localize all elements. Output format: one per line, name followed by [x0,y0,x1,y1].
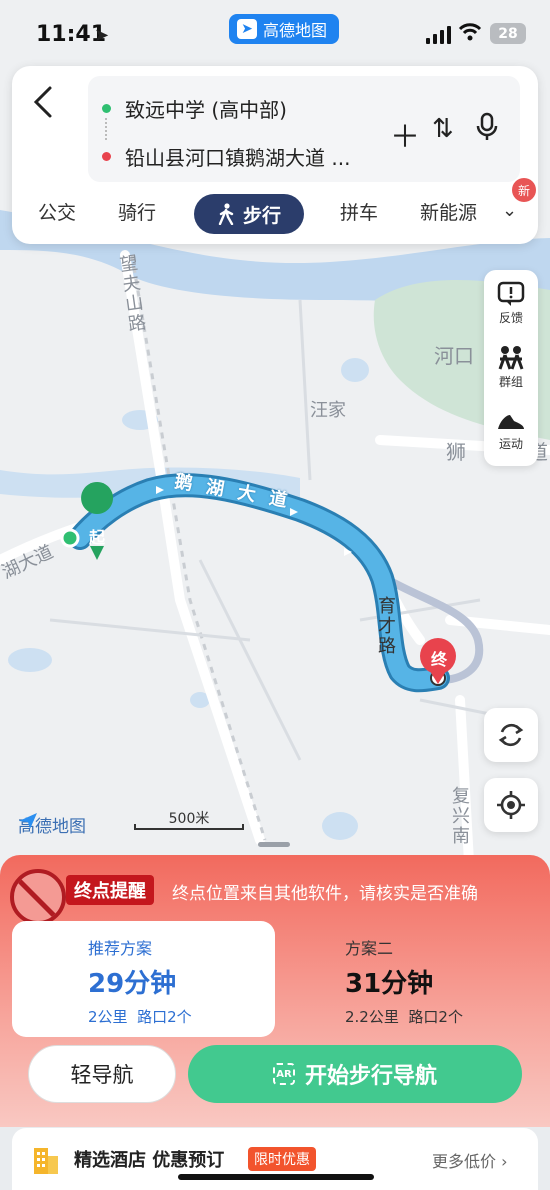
plan-card-recommended[interactable]: 推荐方案 29分钟 2公里 路口2个 [12,921,275,1037]
feedback-button[interactable]: 反馈 [484,272,538,334]
amap-logo: 高德地图 [18,812,86,837]
feedback-icon [497,281,525,306]
map-label-hekou: 河口 [434,344,474,368]
walking-person-icon [218,203,234,225]
tab-walk-label: 步行 [242,204,281,227]
route-plan-sheet: 终点提醒 终点位置来自其他软件，请核实是否准确 推荐方案 29分钟 2公里 路口… [0,855,550,1127]
document-prohibited-icon [10,869,66,925]
hotel-more-link[interactable]: 更多低价 › [432,1148,508,1172]
group-icon [498,345,524,370]
feedback-label: 反馈 [498,310,523,325]
cellular-signal-icon [426,26,451,44]
destination-alert-tag: 终点提醒 [66,875,154,905]
start-nav-label: 开始步行导航 [304,1064,437,1089]
group-button[interactable]: 群组 [484,336,538,398]
map-scale-bar [134,824,244,830]
end-marker[interactable]: 终 [428,646,450,670]
microphone-icon[interactable] [476,112,498,142]
sneaker-icon [498,414,524,429]
home-indicator[interactable] [178,1174,374,1180]
route-input-card: 致远中学 (高中部) 铅山县河口镇鹅湖大道 ... ＋ ⇅ 公交 骑行 步行 拼… [12,66,538,244]
origin-text: 致远中学 (高中部) [125,97,287,122]
plan-crossings: 路口2个 [137,1008,192,1026]
route-inputs: 致远中学 (高中部) 铅山县河口镇鹅湖大道 ... ＋ ⇅ [88,76,520,182]
amap-logo-icon [19,813,37,829]
route-plans: 推荐方案 29分钟 2公里 路口2个 方案二 31分钟 2.2公里 路口2个 [12,921,538,1037]
location-arrow-icon: ➤ [94,25,110,46]
destination-dot-icon [102,151,111,161]
origin-field[interactable]: 致远中学 (高中部) [102,88,287,128]
tab-carpool[interactable]: 拼车 [340,198,378,225]
map-tools-panel: 反馈 群组 运动 [484,270,538,466]
wifi-icon [458,23,482,41]
swap-route-icon[interactable]: ⇅ [432,114,454,144]
plan-card-second[interactable]: 方案二 31分钟 2.2公里 路口2个 [275,921,538,1037]
tab-new-energy[interactable]: 新能源 [420,198,477,225]
locate-me-button[interactable] [484,778,538,832]
travel-mode-tabs: 公交 骑行 步行 拼车 新能源 ⌄ 新 [12,178,538,234]
app-name: 高德地图 [263,21,328,40]
group-label: 群组 [498,374,523,389]
plan-name: 方案二 [345,939,394,958]
refresh-route-button[interactable] [484,708,538,762]
hotel-building-icon [34,1148,58,1174]
add-waypoint-icon[interactable]: ＋ [390,112,420,156]
sport-button[interactable]: 运动 [484,400,538,462]
plan-distance: 2公里 [88,1008,128,1026]
locate-crosshair-icon [497,791,525,819]
hotel-promo-badge: 限时优惠 [248,1147,316,1171]
destination-alert-message: 终点位置来自其他软件，请核实是否准确 [172,884,478,904]
road-label-fuxing: 复兴南 [449,786,470,846]
start-marker[interactable]: 起 [86,524,108,548]
back-arrow-icon[interactable] [30,84,58,120]
ar-icon: AR [272,1063,295,1085]
tab-bus[interactable]: 公交 [38,198,76,225]
plan-duration: 29分钟 [88,969,177,999]
plan-distance: 2.2公里 [345,1008,399,1026]
plan-meta: 2.2公里 路口2个 [345,1006,538,1027]
new-badge: 新 [512,178,536,202]
hotel-promo-title: 精选酒店 优惠预订 [74,1150,225,1171]
light-navigation-button[interactable]: 轻导航 [28,1045,176,1103]
map-scale: 500米 [134,808,244,830]
map-label-wangjia: 汪家 [310,400,346,421]
amap-app-icon: ➤ [237,19,257,39]
destination-text: 铅山县河口镇鹅湖大道 ... [125,145,351,170]
plan-duration: 31分钟 [345,969,434,999]
return-to-app-pill[interactable]: ➤ 高德地图 [229,14,340,44]
plan-crossings: 路口2个 [408,1008,463,1026]
destination-field[interactable]: 铅山县河口镇鹅湖大道 ... [102,136,350,176]
sport-label: 运动 [498,436,523,451]
map-label-shizi: 狮 [446,440,466,464]
hotel-promo-bar[interactable]: 精选酒店 优惠预订 限时优惠 更多低价 › [12,1128,538,1190]
battery-indicator: 28 [490,23,526,44]
road-label-yucai: 育才路 [375,596,396,656]
sheet-handle[interactable] [258,842,290,847]
status-bar: 11:41 ➤ ➤ 高德地图 28 [0,0,550,64]
chevron-down-icon[interactable]: ⌄ [502,200,517,221]
start-walking-navigation-button[interactable]: AR 开始步行导航 [188,1045,522,1103]
refresh-icon [498,723,524,747]
plan-name: 推荐方案 [88,939,153,958]
tab-bike[interactable]: 骑行 [118,198,156,225]
tab-walk[interactable]: 步行 [194,194,304,234]
plan-meta: 2公里 路口2个 [88,1006,275,1027]
origin-dot-icon [102,103,111,113]
